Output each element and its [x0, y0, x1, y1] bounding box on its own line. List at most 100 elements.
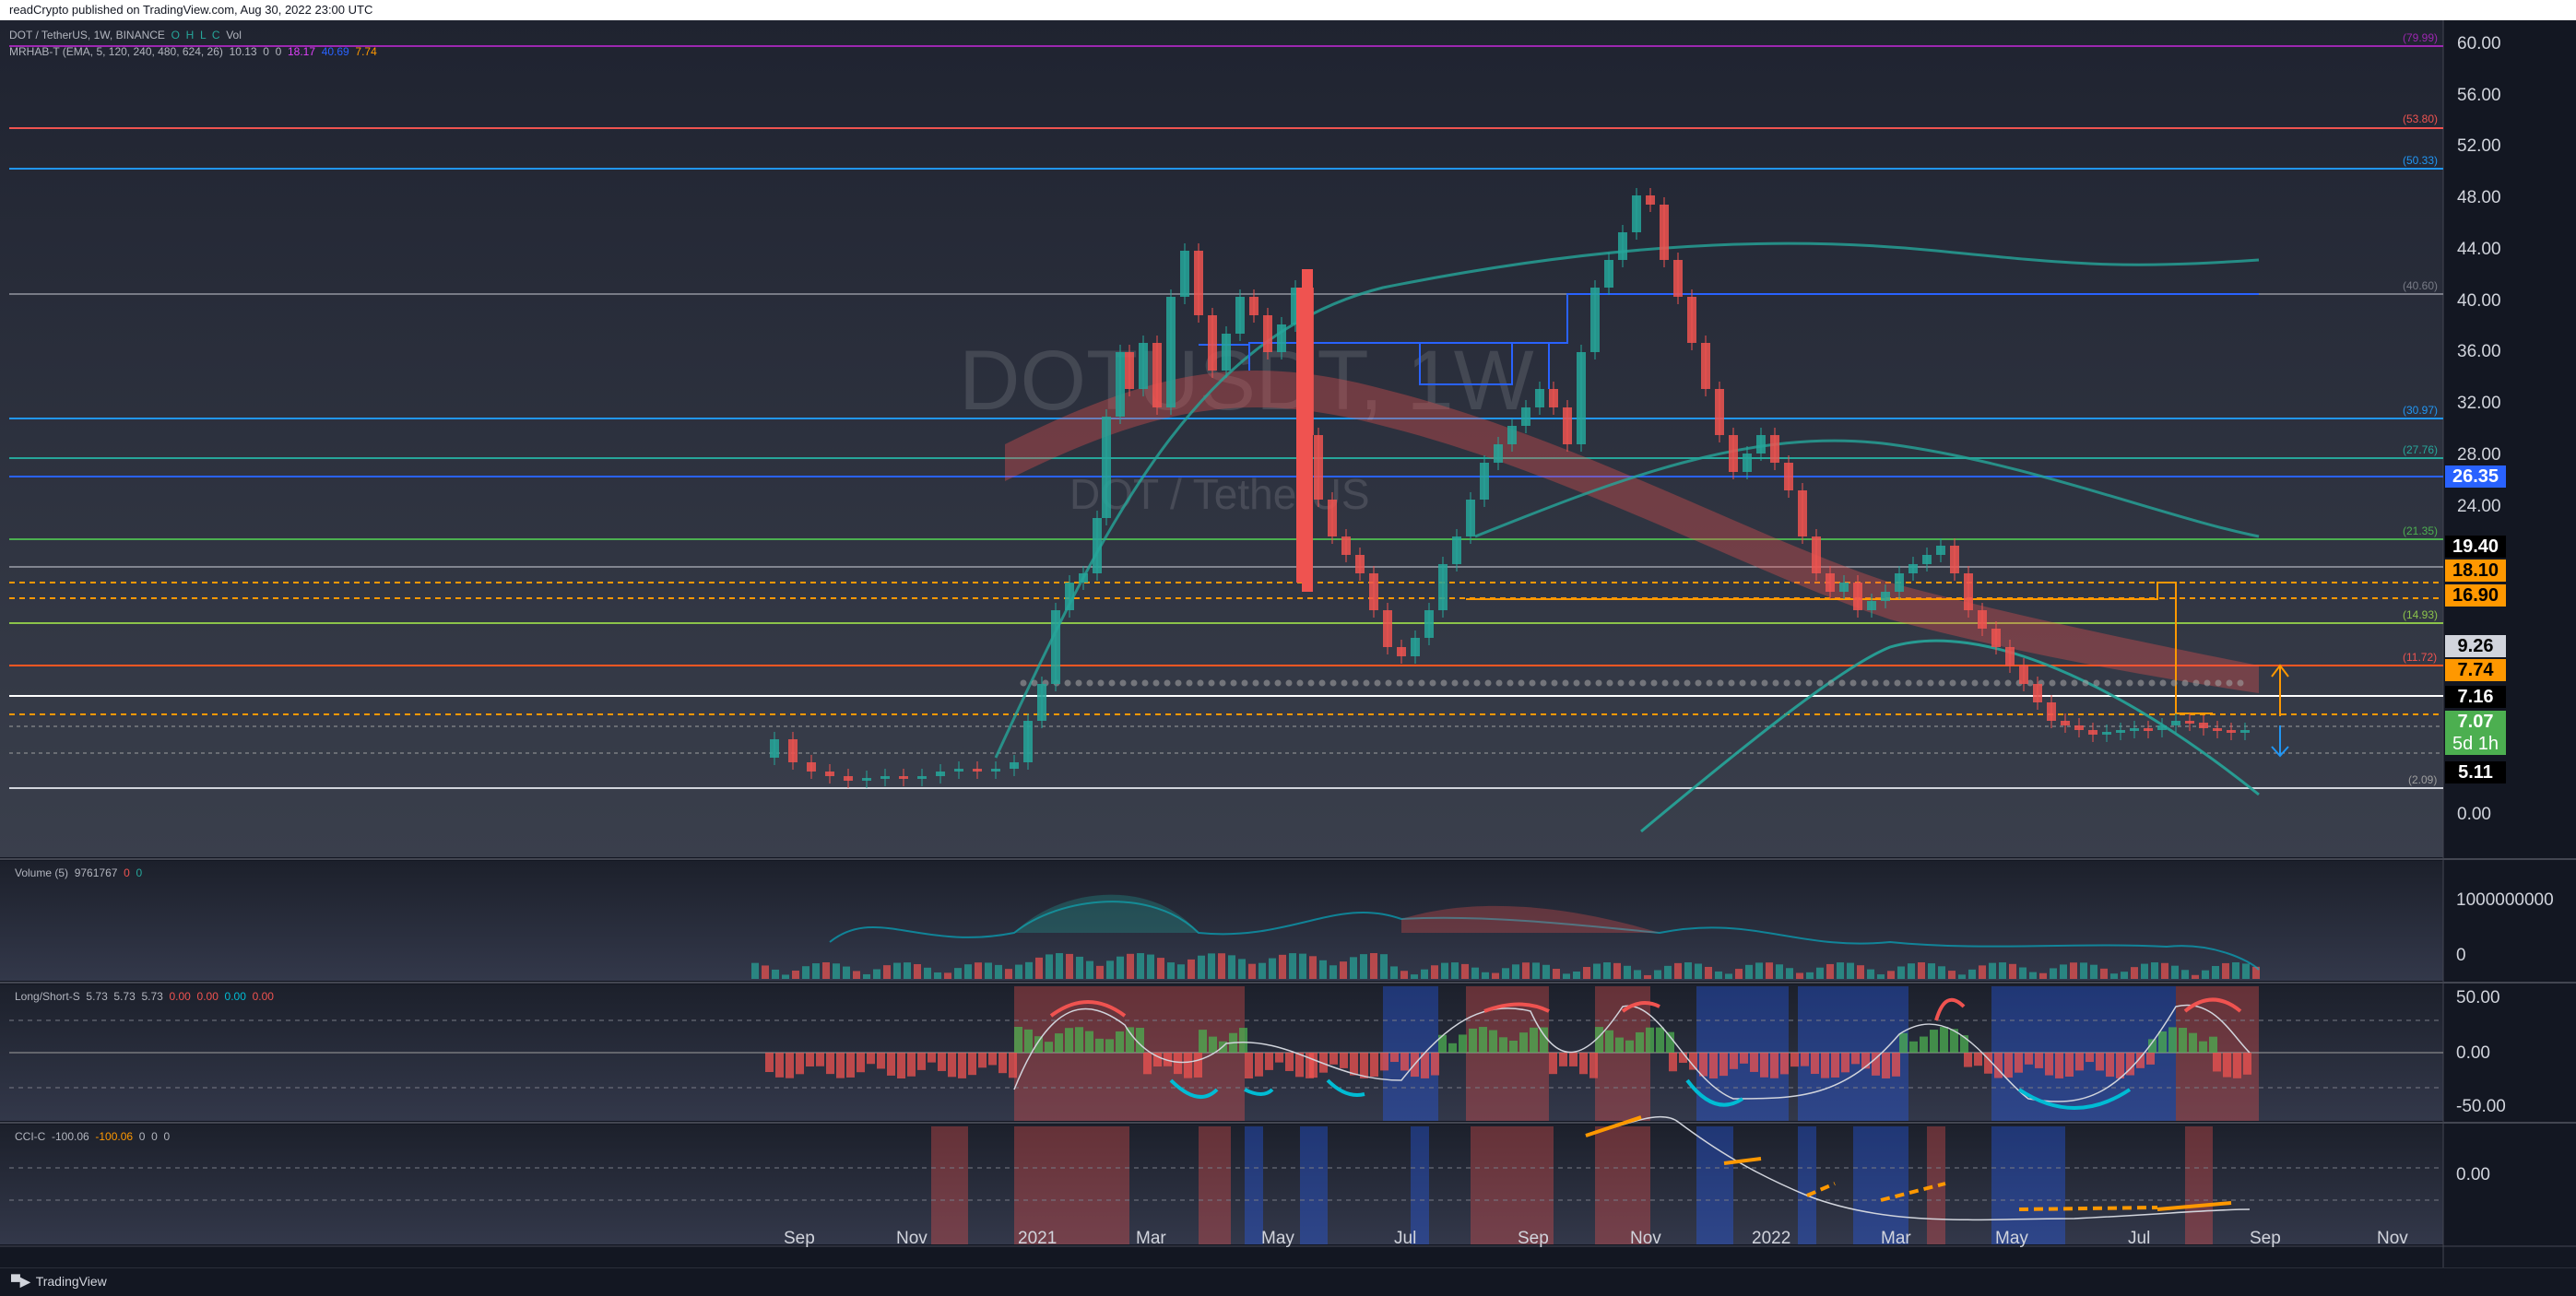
dot-marker	[1728, 679, 1735, 687]
volume-bar	[2060, 964, 2067, 979]
volume-bar	[1147, 954, 1154, 979]
ls-bar	[988, 1053, 997, 1066]
ls-bar	[877, 1053, 885, 1069]
volume-bar	[2029, 972, 2037, 979]
candle-body	[2130, 728, 2139, 731]
ls-bar	[1530, 1027, 1538, 1053]
dot-marker	[1672, 679, 1680, 687]
dot-marker	[1429, 679, 1436, 687]
ls-bar	[2075, 1053, 2084, 1071]
volume-bar	[792, 970, 799, 979]
ls-bar	[867, 1053, 875, 1065]
volume-bar	[1979, 965, 1986, 979]
dot-marker	[1152, 679, 1160, 687]
volume-bar	[1117, 956, 1124, 979]
time-tick: May	[1995, 1229, 2028, 1248]
dot-marker	[1883, 679, 1890, 687]
volume-bar	[1461, 963, 1469, 979]
price-tick: 24.00	[2457, 497, 2501, 516]
mrhab-name: MRHAB-T (EMA, 5, 120, 240, 480, 624, 26)	[9, 45, 223, 58]
volume-bar	[1066, 953, 1073, 979]
candle-body	[1411, 638, 1420, 656]
volume-bar	[1634, 970, 1641, 979]
price-tag-5-11: 5.11	[2445, 761, 2506, 783]
candle-body	[1826, 573, 1835, 592]
ls-bar	[1719, 1053, 1728, 1077]
volume-bar	[873, 969, 880, 979]
candle-body	[1908, 564, 1918, 573]
mrhab-value-2: 0	[263, 45, 269, 58]
candle-body	[1383, 610, 1392, 647]
dot-marker	[1595, 679, 1602, 687]
volume-bar	[772, 969, 779, 979]
ls-bar	[2168, 1027, 2177, 1053]
price-tag-16-90: 16.90	[2445, 584, 2506, 607]
tradingview-logo[interactable]: ▀▶ TradingView	[11, 1274, 107, 1290]
volume-bar	[1390, 966, 1398, 979]
ls-bar	[1821, 1053, 1829, 1078]
volume-bar	[1360, 954, 1367, 979]
ls-bar	[1095, 1038, 1104, 1053]
ls-bar	[978, 1053, 987, 1068]
price-tick: 28.00	[2457, 445, 2501, 465]
volume-bar	[853, 971, 860, 979]
dot-marker	[1783, 679, 1790, 687]
symbol-legend[interactable]: DOT / TetherUS, 1W, BINANCE O H L C Vol	[9, 29, 242, 41]
time-tick: Nov	[896, 1229, 928, 1248]
price-tag-9-26: 9.26	[2445, 635, 2506, 657]
dot-marker	[1119, 679, 1127, 687]
volume-bar	[1948, 971, 1956, 979]
dot-marker	[1993, 679, 2001, 687]
ls-value-6: 0.00	[224, 990, 246, 1003]
ls-bar	[998, 1053, 1007, 1074]
price-tick: 60.00	[2457, 34, 2501, 53]
mrhab-legend[interactable]: MRHAB-T (EMA, 5, 120, 240, 480, 624, 26)…	[9, 45, 377, 58]
ls-bar	[1974, 1053, 1982, 1066]
volume-legend[interactable]: Volume (5) 9761767 0 0	[15, 866, 142, 879]
ls-bar	[1605, 1030, 1613, 1053]
mrhab-value-3: 0	[275, 45, 282, 58]
time-tick: Jul	[2128, 1229, 2151, 1248]
candle-body	[2185, 721, 2194, 724]
symbol-line: DOT / TetherUS, 1W, BINANCE	[9, 29, 165, 41]
ls-bar	[1930, 1030, 1938, 1053]
high-label: H	[185, 29, 195, 41]
candle-body	[1051, 610, 1060, 684]
dot-marker	[1827, 679, 1835, 687]
volume-bar	[1705, 966, 1712, 979]
dot-marker	[1473, 679, 1481, 687]
volume-bar	[995, 964, 1002, 979]
dot-marker	[1562, 679, 1569, 687]
ls-bar	[775, 1053, 784, 1078]
publisher-bar: readCrypto published on TradingView.com,…	[0, 0, 2576, 20]
candle-body	[1194, 251, 1203, 315]
candle-body	[2144, 728, 2153, 731]
candle-body	[1010, 762, 1019, 769]
dot-marker	[1263, 679, 1270, 687]
dot-marker	[2115, 679, 2122, 687]
chart-area[interactable]: DOTUSDT, 1W DOT / TetherUS DOT / TetherU…	[0, 20, 2576, 1267]
volume-bar	[1046, 954, 1053, 979]
ls-bar	[846, 1053, 855, 1078]
ls-bar	[1519, 1032, 1528, 1053]
ls-bar	[2233, 1053, 2241, 1078]
open-label: O	[171, 29, 180, 41]
ls-bar	[1034, 1036, 1043, 1053]
volume-bar	[914, 963, 921, 979]
ls-legend[interactable]: Long/Short-S 5.73 5.73 5.73 0.00 0.00 0.…	[15, 990, 274, 1003]
ls-bar	[1184, 1053, 1192, 1078]
cci-legend[interactable]: CCI-C -100.06 -100.06 0 0 0	[15, 1130, 170, 1143]
ls-bar	[1143, 1053, 1152, 1075]
candle-body	[1180, 251, 1189, 297]
ls-bar	[1065, 1028, 1073, 1053]
dot-marker	[1849, 679, 1857, 687]
chart-canvas[interactable]: DOTUSDT, 1W DOT / TetherUS	[0, 20, 2576, 1267]
volume-bar	[1400, 971, 1408, 979]
dot-marker	[1905, 679, 1912, 687]
volume-bar	[1938, 966, 1945, 979]
price-tick: 32.00	[2457, 394, 2501, 413]
dot-marker	[2159, 679, 2167, 687]
volume-bar	[1137, 953, 1144, 979]
dot-marker	[1894, 679, 1901, 687]
volume-bar	[1674, 962, 1682, 979]
